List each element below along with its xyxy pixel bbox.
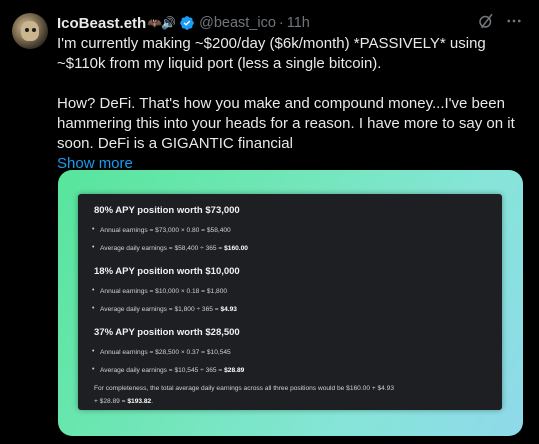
separator-dot: ·	[278, 15, 284, 31]
annual-earnings-line: Annual earnings = $28,500 × 0.37 = $10,5…	[92, 348, 231, 356]
daily-earnings-line: Average daily earnings = $58,400 ÷ 365 =…	[92, 244, 248, 252]
avatar-face	[21, 21, 39, 41]
tweet-text: I'm currently making ~$200/day ($6k/mont…	[57, 34, 529, 174]
daily-earnings-line: Average daily earnings = $1,800 ÷ 365 = …	[92, 305, 237, 313]
name-emojis: 🦇🔊	[147, 16, 176, 30]
daily-result: $28.89	[224, 367, 245, 374]
more-options-icon[interactable]	[505, 12, 523, 30]
summary-total: $193.82	[127, 398, 152, 405]
tweet[interactable]: IcoBeast.eth 🦇🔊 @beast_ico · 11h I'm cur…	[0, 0, 539, 444]
summary-line-2: + $28.89 = $193.82.	[94, 398, 154, 405]
handle[interactable]: @beast_ico	[199, 15, 276, 31]
avatar[interactable]	[12, 13, 48, 49]
tweet-media-image[interactable]: 80% APY position worth $73,000 Annual ea…	[58, 170, 523, 436]
annual-earnings-line: Annual earnings = $10,000 × 0.18 = $1,80…	[92, 287, 227, 295]
annual-earnings-line: Annual earnings = $73,000 × 0.80 = $58,4…	[92, 226, 231, 234]
section-title: 80% APY position worth $73,000	[94, 205, 240, 216]
apy-calculation-card: 80% APY position worth $73,000 Annual ea…	[78, 194, 502, 410]
display-name[interactable]: IcoBeast.eth	[57, 15, 146, 32]
tweet-paragraph-2: How? DeFi. That's how you make and compo…	[57, 95, 515, 152]
section-title: 18% APY position worth $10,000	[94, 266, 240, 277]
daily-result: $160.00	[224, 245, 248, 252]
daily-result: $4.93	[220, 306, 237, 313]
summary-text: For completeness, the total average dail…	[94, 382, 494, 408]
avatar-eye	[25, 28, 29, 32]
daily-earnings-line: Average daily earnings = $10,545 ÷ 365 =…	[92, 366, 245, 374]
section-title: 37% APY position worth $28,500	[94, 327, 240, 338]
tweet-paragraph-1: I'm currently making ~$200/day ($6k/mont…	[57, 35, 486, 72]
grok-icon[interactable]	[477, 12, 495, 30]
tweet-header: IcoBeast.eth 🦇🔊 @beast_ico · 11h	[57, 13, 310, 33]
avatar-eye	[32, 28, 36, 32]
top-actions	[477, 12, 523, 30]
timestamp[interactable]: 11h	[287, 15, 310, 31]
summary-line-1: For completeness, the total average dail…	[94, 385, 395, 392]
verified-badge-icon[interactable]	[179, 15, 195, 31]
